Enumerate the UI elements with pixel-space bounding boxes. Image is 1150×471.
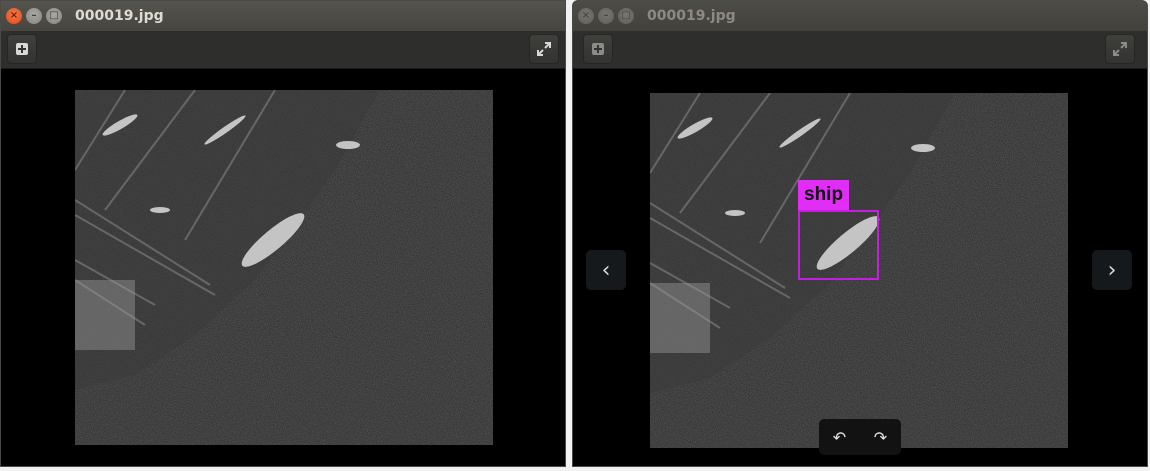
plus-box-icon xyxy=(592,43,604,55)
expand-icon xyxy=(537,42,551,56)
maximize-window-button[interactable]: □ xyxy=(46,8,62,24)
window-controls: × – □ xyxy=(6,8,62,24)
zoom-in-button[interactable] xyxy=(583,34,613,64)
zoom-in-button[interactable] xyxy=(7,34,37,64)
close-icon: × xyxy=(9,10,19,21)
title-bar[interactable]: × – □ 000019.jpg xyxy=(1,1,565,31)
chevron-right-icon: › xyxy=(1107,257,1117,283)
fullscreen-button[interactable] xyxy=(1105,34,1135,64)
minimize-icon: – xyxy=(603,10,609,21)
plus-box-icon xyxy=(16,43,28,55)
image-viewer-window-left: × – □ 000019.jpg xyxy=(0,0,566,467)
rotate-left-button[interactable]: ↶ xyxy=(833,428,846,447)
maximize-icon: □ xyxy=(621,10,631,21)
minimize-window-button[interactable]: – xyxy=(598,8,614,24)
sar-image xyxy=(75,90,493,445)
image-canvas[interactable] xyxy=(1,69,565,466)
close-window-button[interactable]: × xyxy=(6,8,22,24)
window-controls: × – □ xyxy=(578,8,634,24)
image-canvas[interactable]: ship ‹ › ↶ ↷ xyxy=(573,69,1147,466)
next-image-button[interactable]: › xyxy=(1092,250,1132,290)
close-icon: × xyxy=(581,10,591,21)
detection-bounding-box xyxy=(798,210,879,280)
previous-image-button[interactable]: ‹ xyxy=(586,250,626,290)
title-bar[interactable]: × – □ 000019.jpg xyxy=(573,1,1147,31)
rotate-right-button[interactable]: ↷ xyxy=(874,428,887,447)
maximize-window-button[interactable]: □ xyxy=(618,8,634,24)
window-title: 000019.jpg xyxy=(647,8,736,24)
image-viewer-window-right: × – □ 000019.jpg ship ‹ › ↶ ↷ xyxy=(572,0,1148,467)
close-window-button[interactable]: × xyxy=(578,8,594,24)
minimize-icon: – xyxy=(31,10,37,21)
maximize-icon: □ xyxy=(49,10,59,21)
fullscreen-button[interactable] xyxy=(529,34,559,64)
minimize-window-button[interactable]: – xyxy=(26,8,42,24)
expand-icon xyxy=(1113,42,1127,56)
toolbar xyxy=(573,31,1147,69)
rotate-toolbar: ↶ ↷ xyxy=(819,419,901,455)
window-title: 000019.jpg xyxy=(75,8,164,24)
toolbar xyxy=(1,31,565,69)
detection-label: ship xyxy=(798,180,850,210)
chevron-left-icon: ‹ xyxy=(601,257,611,283)
